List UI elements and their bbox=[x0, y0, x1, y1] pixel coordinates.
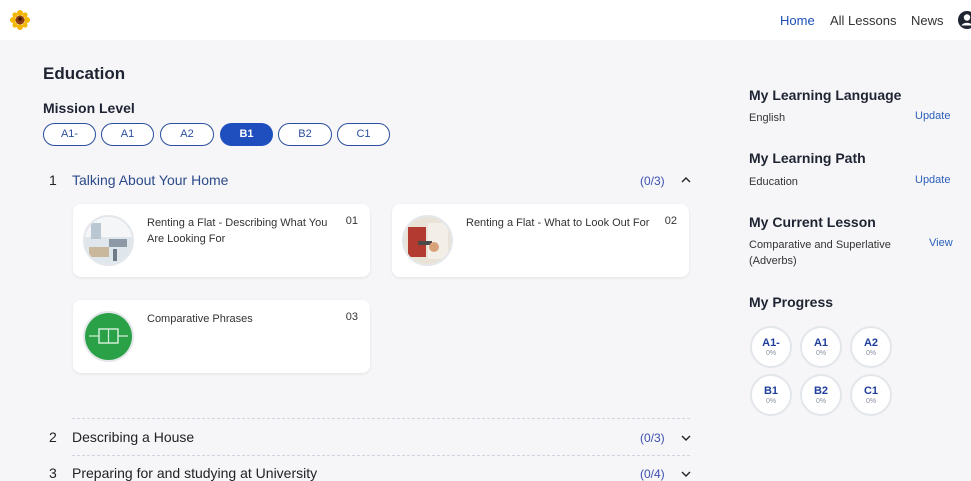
lesson-card-01[interactable]: Renting a Flat - Describing What You Are… bbox=[73, 204, 370, 277]
level-pill-a1-minus[interactable]: A1- bbox=[43, 123, 96, 146]
top-bar: Home All Lessons News bbox=[0, 0, 971, 40]
progress-level: A2 bbox=[863, 337, 879, 349]
section-divider bbox=[72, 455, 690, 456]
section-2-count: (0/3) bbox=[640, 431, 665, 445]
progress-level: B1 bbox=[763, 385, 779, 397]
lesson-02-title: Renting a Flat - What to Look Out For bbox=[466, 217, 650, 229]
nav-all-lessons[interactable]: All Lessons bbox=[830, 13, 896, 28]
lesson-03-title: Comparative Phrases bbox=[147, 313, 253, 325]
section-divider bbox=[72, 418, 690, 419]
section-3-count: (0/4) bbox=[640, 467, 665, 481]
section-1-number: 1 bbox=[49, 172, 57, 188]
lesson-01-title: Renting a Flat - Describing What You Are… bbox=[147, 217, 328, 245]
section-1-title[interactable]: Talking About Your Home bbox=[72, 172, 228, 188]
current-lesson-heading: My Current Lesson bbox=[749, 214, 876, 230]
section-3-number: 3 bbox=[49, 465, 57, 481]
lesson-02-number: 02 bbox=[664, 215, 677, 227]
section-3-title[interactable]: Preparing for and studying at University bbox=[72, 465, 317, 481]
progress-percent: 0% bbox=[865, 398, 877, 405]
nav-news[interactable]: News bbox=[911, 13, 944, 28]
current-lesson-value: Comparative and Superlative (Adverbs) bbox=[749, 239, 891, 267]
lesson-01-number: 01 bbox=[345, 215, 358, 227]
section-1-count: (0/3) bbox=[640, 174, 665, 188]
level-pill-a2[interactable]: A2 bbox=[160, 123, 214, 146]
level-pill-c1[interactable]: C1 bbox=[337, 123, 390, 146]
learning-path-value: Education bbox=[749, 176, 798, 188]
progress-heading: My Progress bbox=[749, 294, 834, 310]
level-pill-b2[interactable]: B2 bbox=[278, 123, 332, 146]
chevron-up-icon[interactable] bbox=[680, 174, 692, 186]
progress-circle-a1[interactable]: A1 0% bbox=[800, 326, 842, 368]
mission-level-heading: Mission Level bbox=[43, 100, 135, 116]
level-pill-a1[interactable]: A1 bbox=[101, 123, 154, 146]
flat-interior-thumbnail bbox=[83, 215, 134, 266]
view-lesson-link[interactable]: View bbox=[929, 237, 953, 249]
progress-level: C1 bbox=[863, 385, 879, 397]
learning-path-heading: My Learning Path bbox=[749, 150, 866, 166]
progress-percent: 0% bbox=[765, 398, 777, 405]
progress-circle-a2[interactable]: A2 0% bbox=[850, 326, 892, 368]
chevron-down-icon[interactable] bbox=[680, 432, 692, 444]
level-pill-b1[interactable]: B1 bbox=[220, 123, 273, 146]
nav-home[interactable]: Home bbox=[780, 13, 815, 28]
progress-circle-a1-minus[interactable]: A1- 0% bbox=[750, 326, 792, 368]
learning-language-value: English bbox=[749, 112, 786, 124]
progress-percent: 0% bbox=[815, 350, 827, 357]
progress-percent: 0% bbox=[815, 398, 827, 405]
learning-language-heading: My Learning Language bbox=[749, 87, 902, 103]
page-title: Education bbox=[43, 64, 126, 83]
flat-door-thumbnail bbox=[402, 215, 453, 266]
section-2-title[interactable]: Describing a House bbox=[72, 429, 194, 445]
progress-percent: 0% bbox=[865, 350, 877, 357]
user-account-icon[interactable] bbox=[957, 10, 971, 30]
lesson-card-03[interactable]: Comparative Phrases 03 bbox=[73, 300, 370, 373]
lesson-03-number: 03 bbox=[345, 311, 358, 323]
progress-circle-c1[interactable]: C1 0% bbox=[850, 374, 892, 416]
progress-level: A1- bbox=[762, 337, 780, 349]
update-path-link[interactable]: Update bbox=[915, 174, 950, 186]
sunflower-logo-icon[interactable] bbox=[10, 10, 30, 30]
update-language-link[interactable]: Update bbox=[915, 110, 950, 122]
lesson-card-02[interactable]: Renting a Flat - What to Look Out For 02 bbox=[392, 204, 689, 277]
chevron-down-icon[interactable] bbox=[680, 468, 692, 480]
progress-percent: 0% bbox=[765, 350, 777, 357]
comparison-graphic-thumbnail bbox=[83, 311, 134, 362]
progress-level: B2 bbox=[813, 385, 829, 397]
section-2-number: 2 bbox=[49, 429, 57, 445]
progress-circle-b1[interactable]: B1 0% bbox=[750, 374, 792, 416]
progress-level: A1 bbox=[813, 337, 829, 349]
progress-circle-b2[interactable]: B2 0% bbox=[800, 374, 842, 416]
